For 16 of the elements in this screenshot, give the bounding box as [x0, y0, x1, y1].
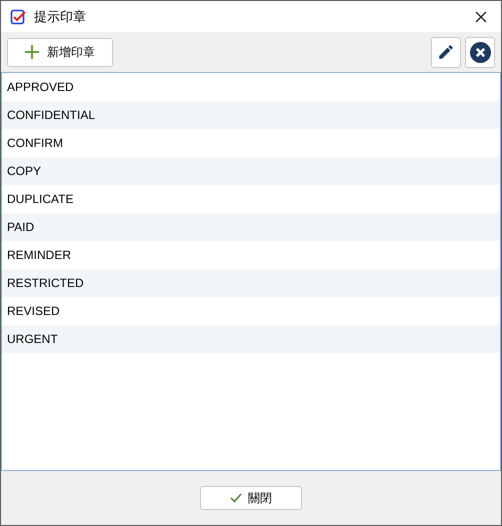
stamp-item[interactable]: COPY [2, 157, 500, 185]
stamp-item[interactable]: RESTRICTED [2, 269, 500, 297]
window-title: 提示印章 [34, 8, 86, 26]
plus-icon [25, 45, 39, 59]
delete-button[interactable] [465, 36, 495, 68]
stamp-item[interactable]: URGENT [2, 325, 500, 353]
edit-button[interactable] [431, 36, 461, 68]
pencil-icon [437, 43, 455, 61]
delete-icon [470, 42, 490, 62]
close-button[interactable]: 關閉 [200, 486, 302, 510]
close-icon[interactable] [475, 10, 487, 22]
checkmark-icon [230, 493, 242, 503]
stamp-item[interactable]: PAID [2, 213, 500, 241]
checklist-icon [10, 8, 26, 24]
add-stamp-button[interactable]: 新增印章 [7, 38, 113, 66]
stamp-item[interactable]: CONFIDENTIAL [2, 101, 500, 129]
